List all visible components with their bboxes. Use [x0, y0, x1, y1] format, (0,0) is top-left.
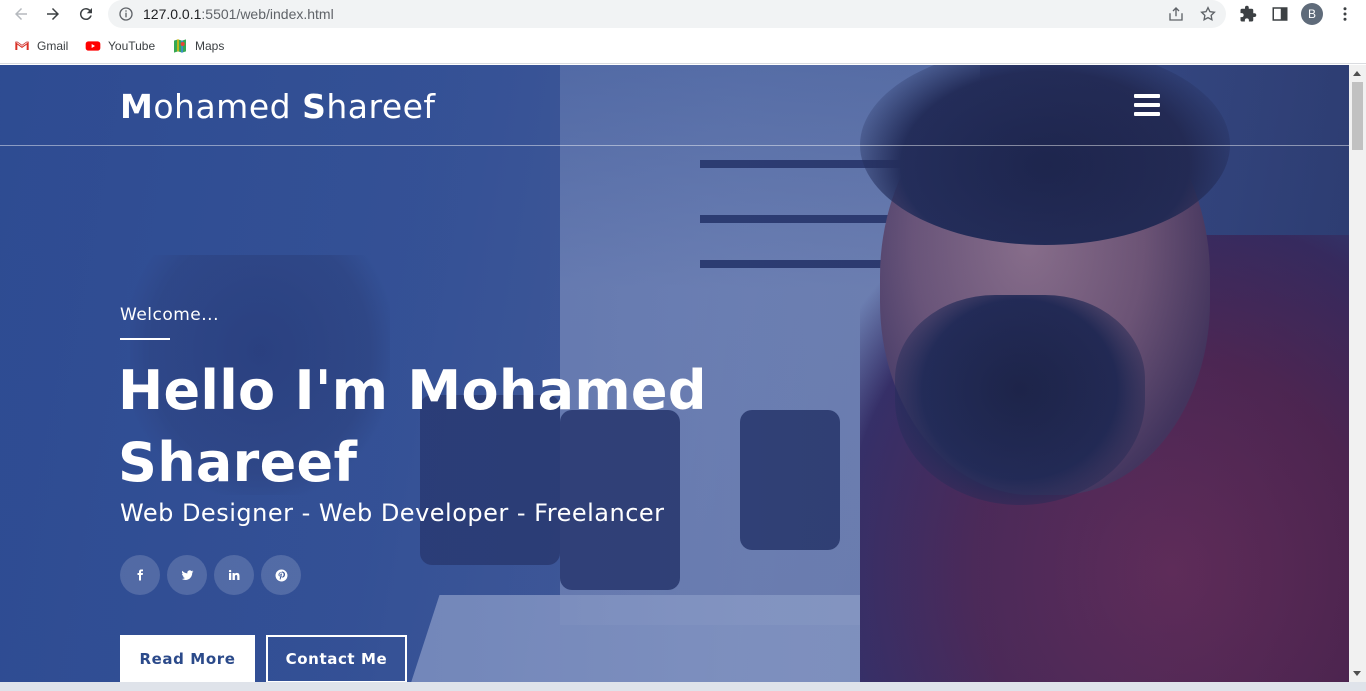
- twitter-glyph: [181, 569, 193, 580]
- site-logo[interactable]: Mohamed Shareef: [120, 87, 436, 126]
- twitter-icon[interactable]: [167, 555, 207, 595]
- horizontal-scrollbar[interactable]: [0, 682, 1366, 691]
- address-bar[interactable]: 127.0.0.1:5501/web/index.html: [108, 0, 1226, 28]
- logo-initial: S: [302, 87, 327, 126]
- scroll-up-arrow-icon[interactable]: [1353, 71, 1361, 76]
- hero-subtitle: Web Designer - Web Developer - Freelance…: [120, 499, 665, 527]
- welcome-text: Welcome...: [120, 305, 219, 325]
- vertical-scrollbar[interactable]: [1349, 65, 1366, 682]
- profile-avatar[interactable]: B: [1301, 3, 1323, 25]
- side-panel-icon[interactable]: [1271, 5, 1289, 23]
- linkedin-glyph: [228, 569, 240, 580]
- extensions-icon[interactable]: [1239, 5, 1257, 23]
- kebab-menu-icon[interactable]: [1336, 5, 1354, 23]
- url-path: :5501/web/index.html: [201, 6, 334, 22]
- forward-arrow-icon: [47, 8, 59, 20]
- read-more-button[interactable]: Read More: [120, 635, 255, 682]
- site-header: Mohamed Shareef: [0, 65, 1349, 146]
- bookmark-maps[interactable]: Maps: [172, 38, 224, 54]
- pinterest-icon[interactable]: [261, 555, 301, 595]
- reload-button[interactable]: [75, 3, 97, 25]
- hamburger-bar: [1134, 112, 1160, 116]
- bookmark-label: Gmail: [37, 39, 69, 53]
- hamburger-bar: [1134, 94, 1160, 98]
- youtube-icon: [85, 41, 101, 51]
- social-links: [120, 555, 301, 595]
- forward-button[interactable]: [42, 3, 64, 25]
- linkedin-icon[interactable]: [214, 555, 254, 595]
- url-text[interactable]: 127.0.0.1:5501/web/index.html: [143, 6, 334, 22]
- bookmark-star-icon[interactable]: [1199, 5, 1217, 23]
- hamburger-bar: [1134, 103, 1160, 107]
- bookmarks-bar: Gmail YouTube Maps: [0, 29, 1366, 64]
- facebook-icon[interactable]: [120, 555, 160, 595]
- facebook-glyph: [137, 569, 143, 581]
- back-button[interactable]: [10, 3, 32, 25]
- gmail-icon: [15, 41, 29, 50]
- bookmark-label: Maps: [195, 39, 225, 53]
- scroll-down-arrow-icon[interactable]: [1353, 671, 1361, 676]
- bookmark-label: YouTube: [108, 39, 156, 53]
- logo-initial: M: [120, 87, 154, 126]
- browser-toolbar: 127.0.0.1:5501/web/index.html B: [0, 0, 1366, 29]
- back-arrow-icon: [15, 8, 27, 20]
- hero-title: Hello I'm Mohamed Shareef: [118, 359, 707, 494]
- maps-icon: [174, 39, 186, 53]
- reload-icon: [79, 8, 92, 21]
- hamburger-icon[interactable]: [1134, 94, 1160, 116]
- bookmark-gmail[interactable]: Gmail: [14, 38, 68, 54]
- contact-me-button[interactable]: Contact Me: [266, 635, 407, 682]
- scrollbar-thumb[interactable]: [1352, 82, 1363, 150]
- share-icon[interactable]: [1167, 5, 1185, 23]
- bookmark-youtube[interactable]: YouTube: [85, 38, 155, 54]
- url-host: 127.0.0.1: [143, 6, 202, 22]
- page-viewport: Mohamed Shareef Welcome... Hello I'm Moh…: [0, 65, 1349, 682]
- pinterest-glyph: [275, 569, 287, 581]
- site-info-icon[interactable]: [118, 6, 134, 22]
- logo-text: hareef: [326, 87, 436, 126]
- welcome-underline: [120, 338, 170, 340]
- logo-text: ohamed: [153, 87, 303, 126]
